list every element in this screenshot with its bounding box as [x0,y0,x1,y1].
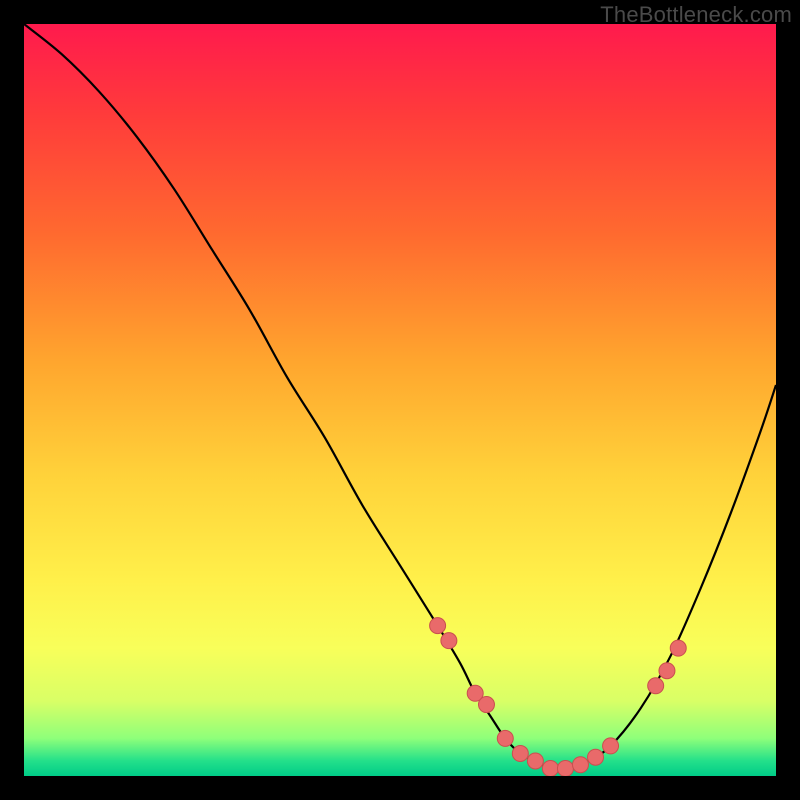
chart-svg [24,24,776,776]
curve-marker [497,730,513,746]
curve-marker [572,757,588,773]
curve-marker [659,663,675,679]
watermark-text: TheBottleneck.com [600,2,792,28]
curve-marker [478,697,494,713]
curve-marker [441,633,457,649]
curve-marker [542,760,558,776]
bottleneck-curve [24,24,776,769]
curve-marker [603,738,619,754]
curve-marker [527,753,543,769]
curve-marker [512,745,528,761]
chart-frame [24,24,776,776]
curve-marker [588,749,604,765]
curve-marker [648,678,664,694]
curve-marker [670,640,686,656]
curve-marker [430,618,446,634]
curve-marker [557,760,573,776]
